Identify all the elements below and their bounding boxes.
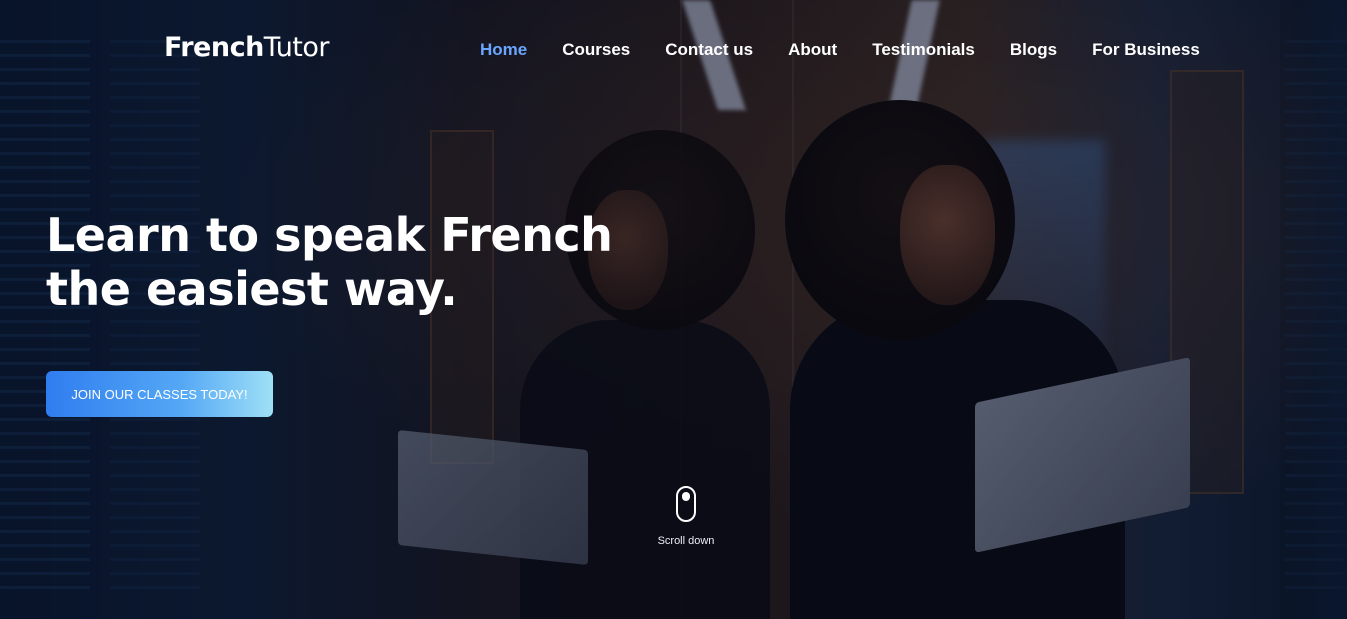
mouse-scroll-icon [676,486,696,522]
site-header: FrenchTutor Home Courses Contact us Abou… [0,0,1347,100]
nav-link-courses[interactable]: Courses [562,40,630,60]
hero-headline: Learn to speak French the easiest way. [46,208,646,316]
scroll-down-indicator[interactable]: Scroll down [655,486,717,547]
nav-link-contact-us[interactable]: Contact us [665,40,753,60]
nav-link-testimonials[interactable]: Testimonials [872,40,975,60]
nav-link-about[interactable]: About [788,40,837,60]
site-logo[interactable]: FrenchTutor [164,32,330,63]
join-classes-button[interactable]: JOIN OUR CLASSES TODAY! [46,371,273,417]
nav-link-blogs[interactable]: Blogs [1010,40,1057,60]
logo-bold-text: French [164,32,264,63]
nav-link-for-business[interactable]: For Business [1092,40,1200,60]
main-nav: Home Courses Contact us About Testimonia… [480,40,1235,60]
scroll-down-label: Scroll down [657,535,715,547]
hero-headline-line2: the easiest way. [46,262,458,316]
hero-headline-line1: Learn to speak French [46,208,613,262]
logo-regular-text: Tutor [263,32,330,63]
nav-link-home[interactable]: Home [480,40,527,60]
